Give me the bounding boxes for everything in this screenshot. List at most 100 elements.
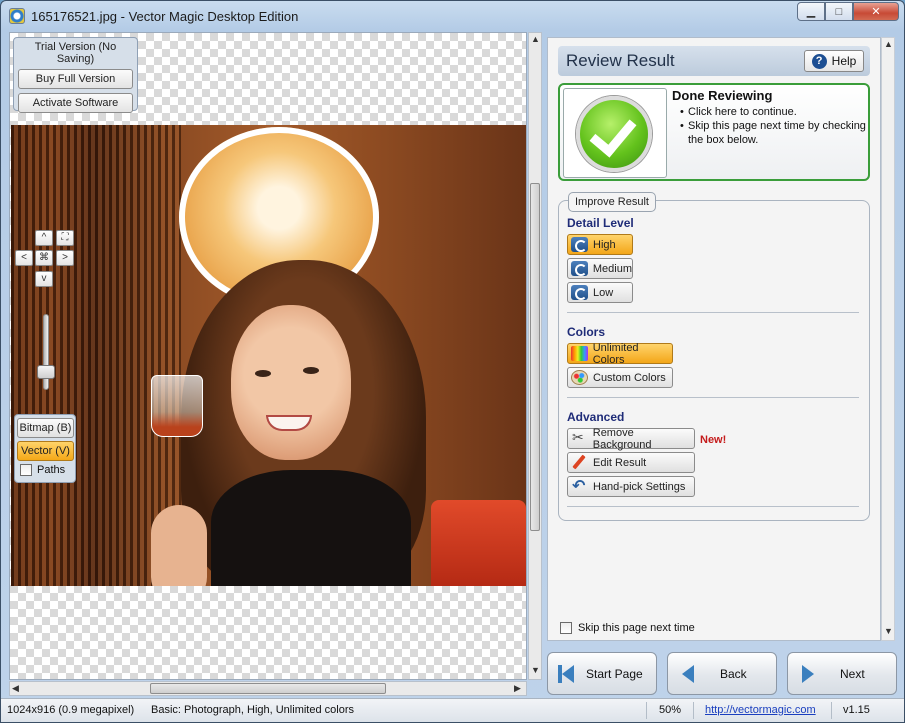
- improve-result-tab[interactable]: Improve Result: [568, 192, 656, 212]
- zoom-level: 50%: [659, 704, 682, 716]
- detail-medium-label: Medium: [592, 262, 632, 275]
- start-page-icon: [558, 664, 576, 684]
- panel-scroll-up-icon[interactable]: ▲: [884, 39, 893, 49]
- section-divider: [567, 312, 859, 313]
- skip-page-option[interactable]: Skip this page next time: [560, 622, 695, 634]
- center-view-icon[interactable]: ⌘: [35, 250, 53, 266]
- start-page-label: Start Page: [586, 666, 643, 681]
- zoom-slider-thumb[interactable]: [37, 365, 55, 379]
- photo-arm: [151, 505, 207, 586]
- buy-full-version-button[interactable]: Buy Full Version: [18, 69, 133, 89]
- unlimited-colors-label: Unlimited Colors: [592, 341, 639, 366]
- window-controls: ▁ □ ✕: [797, 2, 899, 21]
- minimize-button[interactable]: ▁: [797, 2, 825, 21]
- help-button[interactable]: ? Help: [804, 50, 864, 72]
- colors-heading: Colors: [567, 325, 606, 339]
- pan-right-button[interactable]: >: [56, 250, 74, 266]
- image-canvas[interactable]: [9, 32, 527, 680]
- view-mode-panel: Bitmap (B) Vector (V) Paths: [14, 414, 76, 483]
- detail-medium-button[interactable]: Medium: [567, 258, 633, 279]
- fit-view-icon[interactable]: ⛶: [56, 230, 74, 246]
- review-panel: Review Result ? Help Done Reviewing Clic…: [547, 37, 881, 641]
- scissors-icon: [571, 429, 588, 446]
- photo-eye-left: [255, 370, 271, 377]
- scroll-left-icon[interactable]: ◀: [12, 683, 19, 694]
- pan-navigation-pad: ^ ⛶ < ⌘ > v: [15, 230, 77, 292]
- done-title: Done Reviewing: [672, 88, 773, 103]
- edit-result-button[interactable]: Edit Result: [567, 452, 695, 473]
- back-button[interactable]: Back: [667, 652, 777, 695]
- pan-left-button[interactable]: <: [15, 250, 33, 266]
- next-button[interactable]: Next: [787, 652, 897, 695]
- rainbow-icon: [571, 346, 588, 361]
- unlimited-colors-button[interactable]: Unlimited Colors: [567, 341, 673, 366]
- activate-software-button[interactable]: Activate Software: [18, 93, 133, 113]
- done-instruction-item: Skip this page next time by checking the…: [680, 119, 870, 147]
- canvas-vertical-scrollbar[interactable]: ▲ ▼: [528, 32, 542, 680]
- detail-high-button[interactable]: High: [567, 234, 633, 255]
- detail-level-heading: Detail Level: [567, 216, 634, 230]
- status-bar: 1024x916 (0.9 megapixel) Basic: Photogra…: [1, 698, 904, 722]
- status-divider: [831, 702, 832, 719]
- status-divider: [646, 702, 647, 719]
- maximize-button[interactable]: □: [825, 2, 853, 21]
- photo-glass: [151, 375, 203, 437]
- done-instruction-item: Click here to continue.: [680, 105, 870, 119]
- hand-pick-settings-button[interactable]: Hand-pick Settings: [567, 476, 695, 497]
- section-divider: [567, 506, 859, 507]
- hand-pick-settings-label: Hand-pick Settings: [593, 480, 686, 493]
- advanced-heading: Advanced: [567, 410, 625, 424]
- refresh-icon: [571, 285, 588, 300]
- close-button[interactable]: ✕: [853, 2, 899, 21]
- detail-low-button[interactable]: Low: [567, 282, 633, 303]
- detail-high-label: High: [593, 238, 616, 251]
- trial-label: Trial Version (No Saving): [34, 41, 117, 65]
- photo-red-bag: [431, 500, 526, 586]
- custom-colors-button[interactable]: Custom Colors: [567, 367, 673, 388]
- paths-label: Paths: [37, 464, 66, 476]
- back-arrow-icon: [678, 664, 696, 684]
- next-label: Next: [840, 666, 865, 681]
- remove-background-button[interactable]: Remove Background: [567, 427, 695, 451]
- website-link[interactable]: http://vectormagic.com: [705, 704, 816, 716]
- done-reviewing-button[interactable]: Done Reviewing Click here to continue. S…: [558, 83, 870, 181]
- section-divider: [567, 397, 859, 398]
- skip-page-checkbox[interactable]: [560, 622, 572, 634]
- canvas-horizontal-thumb[interactable]: [150, 683, 386, 694]
- scroll-right-icon[interactable]: ▶: [514, 683, 521, 694]
- window-title: 165176521.jpg - Vector Magic Desktop Edi…: [31, 9, 299, 24]
- done-check-frame: [563, 88, 667, 178]
- photo-face: [231, 305, 351, 460]
- status-divider: [693, 702, 694, 719]
- skip-page-label: Skip this page next time: [578, 622, 695, 634]
- vector-view-button[interactable]: Vector (V): [17, 441, 74, 461]
- title-bar: 165176521.jpg - Vector Magic Desktop Edi…: [1, 1, 904, 31]
- canvas-vertical-thumb[interactable]: [530, 183, 540, 531]
- undo-icon: [571, 476, 588, 496]
- bitmap-view-button[interactable]: Bitmap (B): [17, 418, 74, 438]
- back-label: Back: [720, 666, 747, 681]
- checkmark-glyph: [589, 108, 637, 158]
- panel-scrollbar[interactable]: ▲ ▼: [881, 37, 895, 641]
- help-icon: ?: [811, 53, 827, 69]
- version-label: v1.15: [843, 704, 870, 716]
- pan-up-button[interactable]: ^: [35, 230, 53, 246]
- vectorized-photo: [11, 125, 526, 586]
- detail-low-label: Low: [593, 286, 614, 299]
- paths-toggle[interactable]: Paths: [17, 464, 73, 476]
- canvas-horizontal-scrollbar[interactable]: ◀ ▶: [9, 681, 527, 696]
- palette-icon: [571, 370, 588, 385]
- app-window: 165176521.jpg - Vector Magic Desktop Edi…: [0, 0, 905, 723]
- refresh-icon: [571, 261, 588, 276]
- app-icon: [9, 8, 25, 24]
- help-label: Help: [831, 54, 857, 68]
- panel-title: Review Result: [566, 51, 675, 70]
- start-page-button[interactable]: Start Page: [547, 652, 657, 695]
- scroll-down-icon[interactable]: ▼: [531, 665, 540, 675]
- scroll-up-icon[interactable]: ▲: [531, 34, 540, 44]
- pan-down-button[interactable]: v: [35, 271, 53, 287]
- custom-colors-label: Custom Colors: [593, 371, 666, 384]
- settings-summary: Basic: Photograph, High, Unlimited color…: [151, 704, 354, 716]
- panel-scroll-down-icon[interactable]: ▼: [884, 626, 893, 636]
- paths-checkbox[interactable]: [20, 464, 32, 476]
